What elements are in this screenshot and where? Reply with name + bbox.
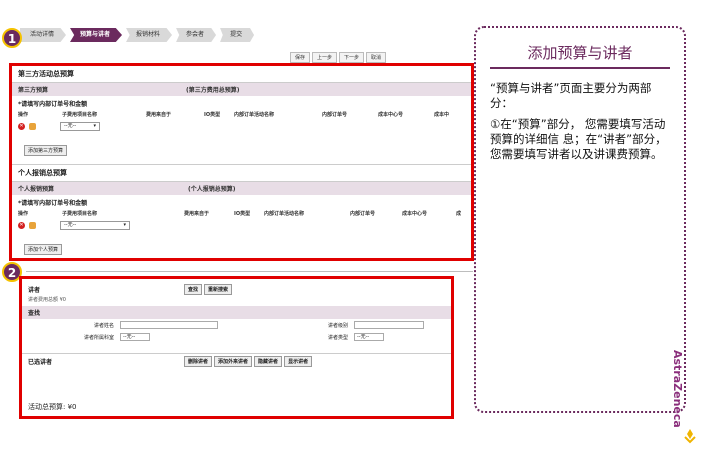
add-personal-budget-button[interactable]: 添加个人预算 xyxy=(24,244,63,255)
speaker-search-buttons: 查找 重新搜索 xyxy=(184,284,233,295)
speaker-name-input[interactable] xyxy=(120,321,218,329)
note-paragraph-1: “预算与讲者”页面主要分为两部分： xyxy=(490,81,652,110)
third-party-band-label: 第三方预算 xyxy=(18,87,49,94)
personal-table-header: 操作 子费用项目名称 费用来自于 IO类型 内部订单活动名称 内部订单号 成本中… xyxy=(12,208,471,219)
col-order-number: 内部订单号 xyxy=(350,211,376,217)
speaker-type-select[interactable]: --无-- xyxy=(354,333,384,341)
budget-panel: 第三方活动总预算 第三方预算 (第三方费用总预算) *请填写内部订单号和金额 操… xyxy=(9,63,474,261)
divider xyxy=(26,271,473,272)
selected-speakers-heading: 已选讲者 xyxy=(28,359,53,366)
personal-band-total: (个人报销总预算) xyxy=(188,186,236,193)
speaker-fee-total: 讲者费用总额 ¥0 xyxy=(28,297,66,303)
show-speaker-button[interactable]: 显示讲者 xyxy=(284,356,313,367)
third-party-band: 第三方预算 (第三方费用总预算) xyxy=(12,83,471,96)
col-order-name: 内部订单活动名称 xyxy=(234,112,275,118)
personal-row: ✕ --无-- ▾ xyxy=(12,219,471,232)
research-button[interactable]: 重新搜索 xyxy=(204,284,233,295)
cancel-button[interactable]: 取消 xyxy=(366,52,387,63)
col-action: 操作 xyxy=(18,211,29,217)
find-button[interactable]: 查找 xyxy=(184,284,203,295)
personal-actions: 添加个人预算 xyxy=(12,232,471,257)
note-divider xyxy=(490,67,670,69)
speaker-type-label: 讲者类型 xyxy=(327,334,348,341)
add-external-speaker-button[interactable]: 添加外来讲者 xyxy=(214,356,253,367)
brand-logo-icon xyxy=(684,429,696,444)
search-band: 查找 xyxy=(22,306,451,319)
personal-band-label: 个人报销预算 xyxy=(18,186,55,193)
col-fee-source: 费用来自于 xyxy=(184,211,210,217)
third-party-actions: 添加第三方预算 xyxy=(12,133,471,158)
step-attendees[interactable]: 参会者 xyxy=(176,28,217,42)
save-button[interactable]: 保存 xyxy=(290,52,311,63)
pager-buttons: 保存 上一步 下一步 取消 xyxy=(290,52,387,63)
col-order-name: 内部订单活动名称 xyxy=(264,211,305,217)
selected-speakers-header: 已选讲者 删除讲者 添加外来讲者 隐藏讲者 显示讲者 xyxy=(22,353,451,369)
speaker-header: 讲者 查找 重新搜索 xyxy=(22,279,451,295)
personal-band: 个人报销预算 (个人报销总预算) xyxy=(12,182,471,195)
delete-icon[interactable]: ✕ xyxy=(18,123,25,130)
step-reimbursement[interactable]: 报销材料 xyxy=(126,28,173,42)
speaker-dept-label: 讲者所属科室 xyxy=(83,334,114,341)
personal-sub-item-select[interactable]: --无-- ▾ xyxy=(60,221,130,230)
step-bar: 活动详情 预算与讲者 报销材料 参会者 提交 xyxy=(20,28,255,42)
personal-instruction: *请填写内部订单号和金额 xyxy=(18,200,88,207)
col-io-type: IO类型 xyxy=(204,112,221,118)
delete-icon[interactable]: ✕ xyxy=(18,222,25,229)
step-budget-speakers[interactable]: 预算与讲者 xyxy=(70,28,123,42)
person-icon[interactable] xyxy=(29,123,36,130)
third-party-total-title: 第三方活动总预算 xyxy=(12,66,471,83)
chevron-down-icon: ▾ xyxy=(93,123,96,129)
next-button[interactable]: 下一步 xyxy=(339,52,365,63)
col-cost-center: 成本中心号 xyxy=(378,112,404,118)
speaker-form-row-2: 讲者所属科室 --无-- 讲者类型 --无-- xyxy=(22,331,451,343)
person-icon[interactable] xyxy=(29,222,36,229)
speaker-form-row-1: 讲者姓名 讲者级别 xyxy=(22,319,451,331)
col-cost-center-2: 成本中 xyxy=(434,112,450,118)
step-event-details[interactable]: 活动详情 xyxy=(20,28,67,42)
marker-one: 1 xyxy=(2,28,22,48)
col-action: 操作 xyxy=(18,112,29,118)
note-paragraph-2: ①在“预算”部分， 您需要填写活动预算的详细信 息；在“讲者”部分，您需要填写讲… xyxy=(490,117,667,161)
personal-select-value: --无-- xyxy=(64,222,77,228)
third-party-row: ✕ --无-- ▾ xyxy=(12,120,471,133)
col-order-number: 内部订单号 xyxy=(322,112,348,118)
speaker-panel: 讲者 查找 重新搜索 讲者费用总额 ¥0 查找 讲者姓名 讲者级别 讲者所属科室… xyxy=(19,276,454,419)
third-party-band-total: (第三方费用总预算) xyxy=(186,87,240,94)
prev-button[interactable]: 上一步 xyxy=(312,52,338,63)
brand-logo-text: AstraZeneca xyxy=(671,350,684,428)
delete-speaker-button[interactable]: 删除讲者 xyxy=(184,356,213,367)
hide-speaker-button[interactable]: 隐藏讲者 xyxy=(254,356,283,367)
speaker-name-label: 讲者姓名 xyxy=(93,322,114,329)
third-party-table-header: 操作 子费用项目名称 费用来自于 IO类型 内部订单活动名称 内部订单号 成本中… xyxy=(12,109,471,120)
speaker-level-input[interactable] xyxy=(354,321,424,329)
sub-item-select-value: --无-- xyxy=(64,123,77,129)
sub-item-select[interactable]: --无-- ▾ xyxy=(60,122,100,131)
step-submit[interactable]: 提交 xyxy=(220,28,255,42)
personal-total-title: 个人报销总预算 xyxy=(12,164,471,182)
col-cost-center-2: 成 xyxy=(456,211,462,217)
speaker-heading: 讲者 xyxy=(28,287,41,294)
third-party-instruction: *请填写内部订单号和金额 xyxy=(18,101,88,108)
col-sub-item: 子费用项目名称 xyxy=(62,211,98,217)
note-title: 添加预算与讲者 xyxy=(527,44,633,62)
add-third-party-budget-button[interactable]: 添加第三方预算 xyxy=(24,145,68,156)
col-cost-center: 成本中心号 xyxy=(402,211,428,217)
speaker-level-label: 讲者级别 xyxy=(327,322,348,329)
chevron-down-icon: ▾ xyxy=(123,222,126,228)
col-io-type: IO类型 xyxy=(234,211,251,217)
selected-speakers-buttons: 删除讲者 添加外来讲者 隐藏讲者 显示讲者 xyxy=(184,356,313,367)
col-sub-item: 子费用项目名称 xyxy=(62,112,98,118)
col-fee-source: 费用来自于 xyxy=(146,112,172,118)
speaker-dept-select[interactable]: --无-- xyxy=(120,333,150,341)
event-total-budget: 活动总预算: ¥0 xyxy=(28,403,77,411)
explanation-note: 添加预算与讲者 “预算与讲者”页面主要分为两部分： ①在“预算”部分， 您需要填… xyxy=(474,26,686,413)
